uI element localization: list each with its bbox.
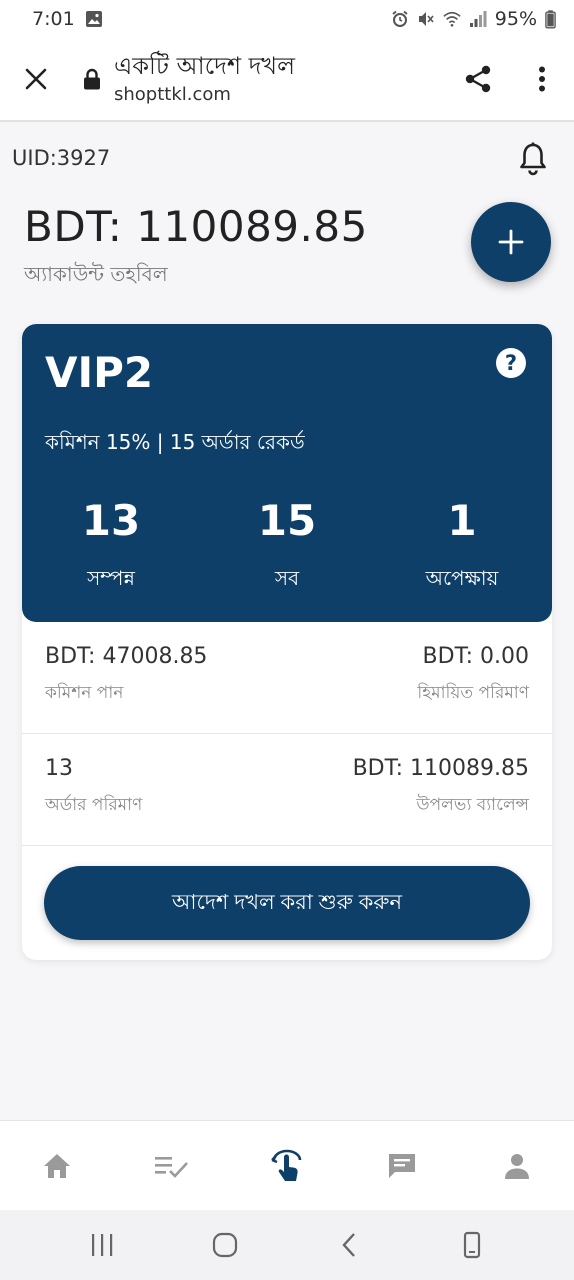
browser-toolbar: একটি আদেশ দখল shopttkl.com	[0, 38, 574, 122]
stat-pending: 1 অপেক্ষায়	[374, 496, 550, 597]
commission-label: কমিশন পান	[45, 683, 124, 703]
available-balance-label: উপলভ্য ব্যালেন্স	[416, 795, 529, 815]
vip-commission-info: কমিশন 15% | 15 অর্ডার রেকর্ড	[45, 430, 305, 454]
user-id: UID:3927	[12, 146, 111, 170]
page-content: UID:3927 BDT: 110089.85 অ্যাকাউন্ট তহবিল…	[0, 124, 574, 1119]
grab-order-icon	[271, 1149, 302, 1181]
lock-icon	[72, 68, 112, 90]
stat-total: 15 সব	[199, 496, 375, 597]
frozen-amount-label: হিমায়িত পরিমাণ	[417, 683, 529, 703]
wifi-icon	[443, 11, 461, 27]
bell-icon	[520, 142, 546, 176]
screen-rotate-button[interactable]	[442, 1215, 502, 1275]
message-icon	[388, 1153, 415, 1178]
share-button[interactable]	[446, 37, 510, 121]
detail-row-commission: BDT: 47008.85 কমিশন পান BDT: 0.00 হিমায়…	[22, 622, 552, 734]
close-icon	[25, 68, 47, 90]
phone-rotate-icon	[464, 1231, 481, 1259]
available-balance-value: BDT: 110089.85	[352, 756, 529, 781]
stat-value: 15	[257, 496, 317, 545]
close-tab-button[interactable]	[0, 37, 72, 121]
profile-icon	[504, 1153, 529, 1179]
system-nav-bar	[0, 1210, 574, 1280]
back-button[interactable]	[319, 1215, 379, 1275]
account-balance: BDT: 110089.85	[24, 202, 368, 251]
stat-completed: 13 সম্পন্ন	[23, 496, 199, 597]
help-icon[interactable]: ?	[496, 348, 526, 378]
stat-value: 13	[81, 496, 141, 545]
status-bar: 7:01 95%	[0, 0, 574, 38]
stat-label: সব	[274, 566, 300, 590]
plus-icon	[498, 229, 524, 255]
vip-panel: VIP2 ? কমিশন 15% | 15 অর্ডার রেকর্ড 13 স…	[22, 324, 552, 622]
home-icon	[44, 1153, 71, 1178]
home-circle-icon	[213, 1232, 238, 1258]
battery-percent: 95%	[494, 8, 537, 30]
order-summary-card: VIP2 ? কমিশন 15% | 15 অর্ডার রেকর্ড 13 স…	[22, 324, 552, 960]
page-domain: shopttkl.com	[114, 84, 231, 105]
add-funds-button[interactable]	[471, 202, 551, 282]
start-grab-order-button[interactable]: আদেশ দখল করা শুরু করুন	[44, 866, 530, 940]
order-count-label: অর্ডার পরিমাণ	[45, 795, 143, 815]
stat-label: অপেক্ষায়	[425, 566, 499, 590]
recent-apps-icon	[91, 1234, 112, 1256]
nav-profile[interactable]	[459, 1121, 574, 1210]
notification-button[interactable]	[518, 142, 548, 176]
nav-home[interactable]	[0, 1121, 115, 1210]
order-count-value: 13	[45, 756, 73, 781]
gallery-notification-icon	[85, 11, 102, 27]
stat-value: 1	[447, 496, 477, 545]
home-button[interactable]	[195, 1215, 255, 1275]
nav-grab-order[interactable]	[230, 1121, 345, 1210]
nav-messages[interactable]	[344, 1121, 459, 1210]
more-vert-icon	[539, 66, 545, 92]
account-balance-label: অ্যাকাউন্ট তহবিল	[24, 262, 168, 286]
frozen-amount-value: BDT: 0.00	[422, 644, 529, 669]
bottom-nav	[0, 1120, 574, 1210]
share-icon	[465, 65, 491, 93]
status-time: 7:01	[32, 8, 75, 30]
task-list-icon	[155, 1156, 189, 1178]
vip-level: VIP2	[45, 348, 154, 397]
detail-row-orders: 13 অর্ডার পরিমাণ BDT: 110089.85 উপলভ্য ব…	[22, 734, 552, 846]
nav-task-list[interactable]	[115, 1121, 230, 1210]
recent-apps-button[interactable]	[72, 1215, 132, 1275]
battery-icon	[545, 9, 556, 28]
alarm-icon	[392, 10, 408, 27]
more-options-button[interactable]	[510, 37, 574, 121]
stat-label: সম্পন্ন	[87, 566, 135, 590]
back-icon	[342, 1233, 355, 1257]
address-bar[interactable]: একটি আদেশ দখল shopttkl.com	[112, 51, 446, 107]
commission-value: BDT: 47008.85	[45, 644, 208, 669]
signal-icon	[469, 11, 487, 27]
mute-icon	[418, 12, 434, 26]
page-title: একটি আদেশ দখল	[114, 52, 295, 80]
